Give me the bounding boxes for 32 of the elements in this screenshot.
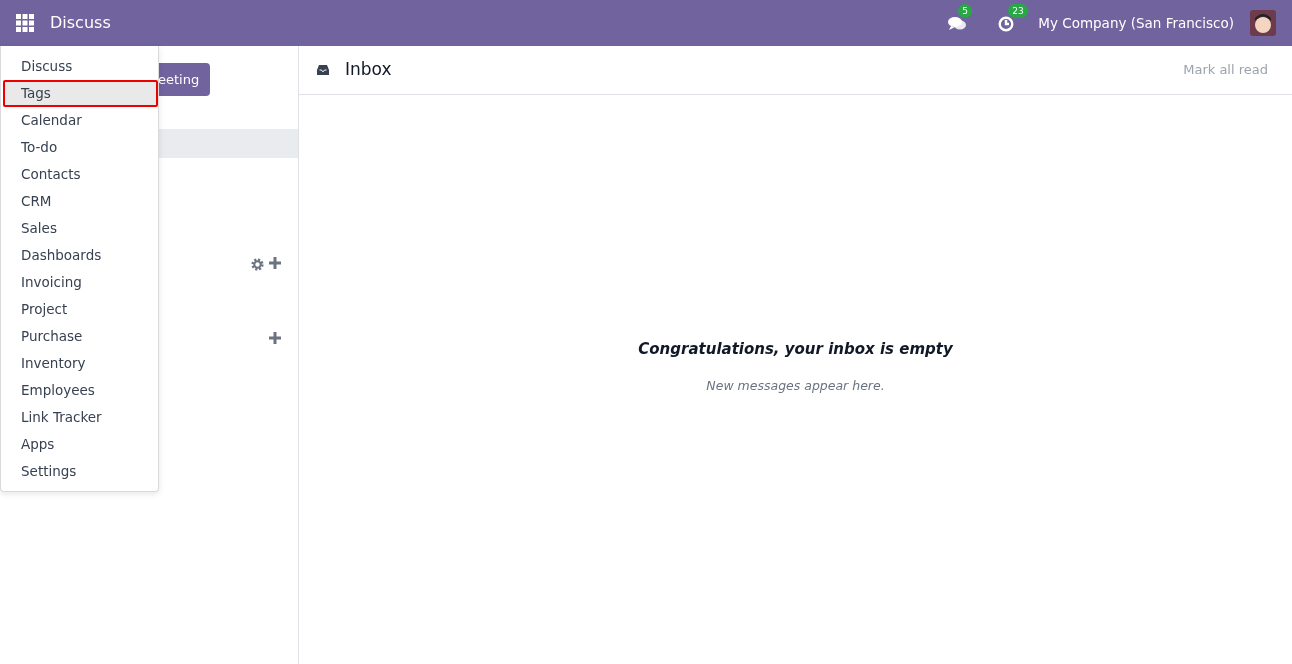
message-count-badge: 5	[958, 4, 972, 19]
app-menu-item[interactable]: Dashboards	[1, 242, 158, 269]
app-menu-item[interactable]: Project	[1, 296, 158, 323]
app-menu-item[interactable]: Discuss	[1, 53, 158, 80]
clock-icon[interactable]	[998, 15, 1015, 32]
inbox-icon	[317, 65, 329, 75]
app-menu-item[interactable]: Contacts	[1, 161, 158, 188]
chat-icon[interactable]	[948, 15, 967, 32]
app-menu-item[interactable]: Employees	[1, 377, 158, 404]
activity-count-badge: 23	[1008, 4, 1028, 19]
app-menu-item[interactable]: Link Tracker	[1, 404, 158, 431]
app-menu-item[interactable]: Inventory	[1, 350, 158, 377]
inbox-title: Inbox	[345, 58, 392, 82]
settings-icon[interactable]	[251, 258, 264, 271]
app-grid-icon[interactable]	[16, 14, 34, 32]
app-menu-item[interactable]: Sales	[1, 215, 158, 242]
app-menu-item[interactable]: Calendar	[1, 107, 158, 134]
add-icon[interactable]	[269, 332, 281, 344]
company-switcher[interactable]: My Company (San Francisco)	[1038, 12, 1234, 34]
add-icon[interactable]	[269, 257, 281, 269]
app-menu-item[interactable]: Invoicing	[1, 269, 158, 296]
app-menu-item[interactable]: To-do	[1, 134, 158, 161]
app-menu-item[interactable]: Purchase	[1, 323, 158, 350]
empty-inbox-title: Congratulations, your inbox is empty	[638, 339, 953, 360]
app-menu-item[interactable]: Apps	[1, 431, 158, 458]
app-menu-item[interactable]: CRM	[1, 188, 158, 215]
start-meeting-button[interactable]: eeting	[158, 63, 211, 96]
avatar-icon[interactable]	[1250, 10, 1276, 36]
app-title[interactable]: Discuss	[50, 11, 111, 35]
empty-inbox-hint: New messages appear here.	[706, 376, 885, 395]
app-menu-item[interactable]: Tags	[3, 80, 158, 107]
app-menu-item[interactable]: Settings	[1, 458, 158, 485]
